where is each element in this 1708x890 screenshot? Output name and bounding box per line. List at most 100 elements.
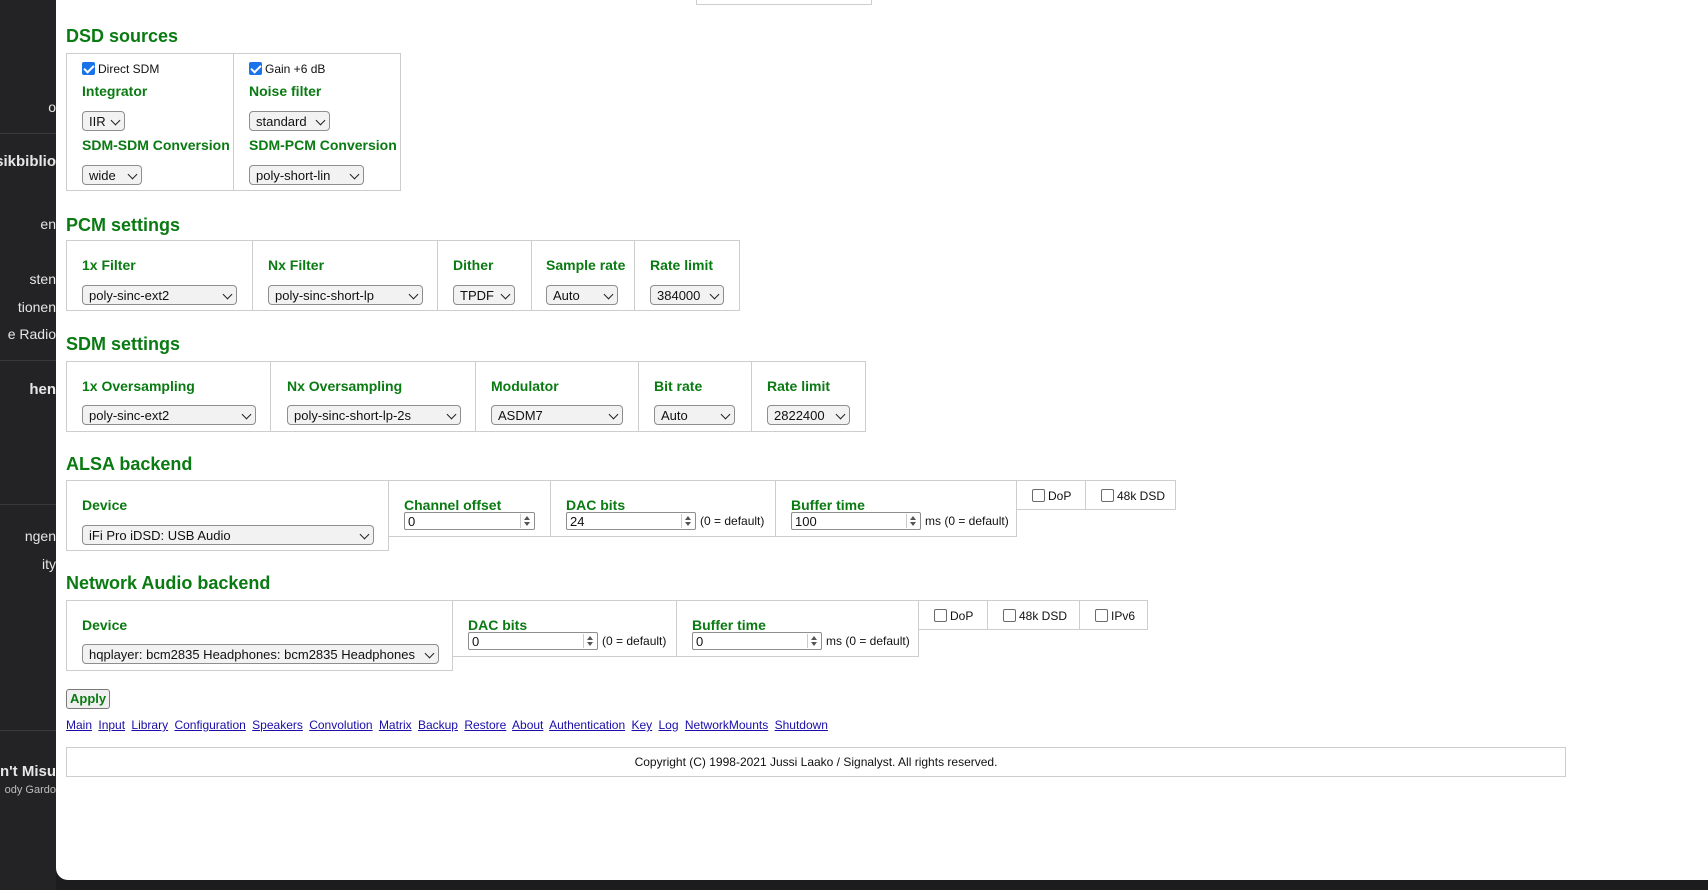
integrator-select[interactable]: IIR xyxy=(82,111,125,131)
link-convolution[interactable]: Convolution xyxy=(309,718,372,732)
alsa-channel-offset-input[interactable]: 0 xyxy=(404,512,535,530)
sidebar-item-0[interactable]: o xyxy=(48,99,56,115)
sidebar-item-8[interactable]: ity xyxy=(42,556,56,572)
link-main[interactable]: Main xyxy=(66,718,92,732)
alsa-device-cell: Device iFi Pro iDSD: USB Audio xyxy=(66,480,389,551)
pcm-1x-filter-select[interactable]: poly-sinc-ext2 xyxy=(82,285,237,305)
alsa-buffer-time-label: Buffer time xyxy=(791,497,865,513)
sdm-1x-oversampling-cell: 1x Oversampling poly-sinc-ext2 xyxy=(66,361,271,432)
sdm-bit-rate-select[interactable]: Auto xyxy=(654,405,735,425)
alsa-buffer-time-input[interactable]: 100 xyxy=(791,512,921,530)
chevron-down-icon xyxy=(500,289,511,300)
dsd-left-cell: Direct SDM Integrator IIR SDM-SDM Conver… xyxy=(66,53,234,191)
network-dop-checkbox[interactable] xyxy=(934,609,947,622)
sidebar-item-3[interactable]: sten xyxy=(30,271,56,287)
link-backup[interactable]: Backup xyxy=(418,718,458,732)
sidebar-item-6[interactable]: hen xyxy=(29,382,56,398)
noise-filter-select[interactable]: standard xyxy=(249,111,330,131)
sdm-pcm-conversion-select[interactable]: poly-short-lin xyxy=(249,165,364,185)
sdm-sdm-conversion-select[interactable]: wide xyxy=(82,165,142,185)
link-library[interactable]: Library xyxy=(131,718,168,732)
alsa-dac-bits-input[interactable]: 24 xyxy=(566,512,696,530)
now-playing-title[interactable]: n't Misu xyxy=(0,764,56,780)
stepper-icon[interactable] xyxy=(583,634,596,648)
alsa-device-select[interactable]: iFi Pro iDSD: USB Audio xyxy=(82,525,374,545)
network-buffer-time-input[interactable]: 0 xyxy=(692,632,822,650)
sidebar-item-1[interactable]: sikbiblio xyxy=(0,154,56,170)
network-dac-bits-input[interactable]: 0 xyxy=(468,632,598,650)
chevron-down-icon xyxy=(349,169,360,180)
link-networkmounts[interactable]: NetworkMounts xyxy=(685,718,768,732)
network-ipv6-checkbox[interactable] xyxy=(1095,609,1108,622)
sdm-nx-oversampling-select[interactable]: poly-sinc-short-lp-2s xyxy=(287,405,461,425)
apply-button[interactable]: Apply xyxy=(66,689,111,709)
pcm-sample-rate-select[interactable]: Auto xyxy=(546,285,618,305)
link-authentication[interactable]: Authentication xyxy=(549,718,625,732)
network-buffer-time-hint: ms (0 = default) xyxy=(826,634,910,648)
network-dop-label: DoP xyxy=(950,609,974,623)
network-device-select[interactable]: hqplayer: bcm2835 Headphones: bcm2835 He… xyxy=(82,644,439,664)
sdm-1x-oversampling-select[interactable]: poly-sinc-ext2 xyxy=(82,405,256,425)
pcm-settings-title: PCM settings xyxy=(66,215,181,235)
chevron-down-icon xyxy=(222,289,233,300)
link-speakers[interactable]: Speakers xyxy=(252,718,303,732)
alsa-channel-offset-label: Channel offset xyxy=(404,497,502,513)
pcm-1x-filter-cell: 1x Filter poly-sinc-ext2 xyxy=(66,240,253,311)
link-log[interactable]: Log xyxy=(659,718,679,732)
link-key[interactable]: Key xyxy=(631,718,652,732)
alsa-48k-dsd-checkbox[interactable] xyxy=(1101,489,1114,502)
chevron-down-icon xyxy=(408,289,419,300)
pcm-nx-filter-cell: Nx Filter poly-sinc-short-lp xyxy=(252,240,438,311)
chevron-down-icon xyxy=(608,409,619,420)
sdm-modulator-cell: Modulator ASDM7 xyxy=(475,361,639,432)
pcm-dither-select[interactable]: TPDF xyxy=(453,285,515,305)
alsa-dac-bits-label: DAC bits xyxy=(566,497,626,513)
stepper-icon[interactable] xyxy=(906,514,919,528)
stepper-icon[interactable] xyxy=(807,634,820,648)
now-playing-artist[interactable]: ody Gardo xyxy=(5,782,56,798)
sidebar-item-2[interactable]: en xyxy=(40,216,56,232)
gain-6db-label: Gain +6 dB xyxy=(265,62,326,76)
alsa-channel-offset-cell: Channel offset 0 xyxy=(388,480,551,537)
network-ipv6-label: IPv6 xyxy=(1111,609,1136,623)
sdm-bit-rate-cell: Bit rate Auto xyxy=(638,361,752,432)
sidebar-item-5[interactable]: e Radio xyxy=(8,326,56,342)
integrator-label: Integrator xyxy=(82,83,148,99)
sidebar-item-7[interactable]: ngen xyxy=(25,528,56,544)
sdm-rate-limit-select[interactable]: 2822400 xyxy=(767,405,850,425)
pcm-sample-rate-label: Sample rate xyxy=(546,257,626,273)
pcm-nx-filter-select[interactable]: poly-sinc-short-lp xyxy=(268,285,423,305)
pcm-rate-limit-cell: Rate limit 384000 xyxy=(634,240,740,311)
stepper-icon[interactable] xyxy=(681,514,694,528)
network-48k-dsd-checkbox[interactable] xyxy=(1003,609,1016,622)
network-audio-backend-title: Network Audio backend xyxy=(66,573,271,593)
chevron-down-icon xyxy=(359,529,370,540)
link-about[interactable]: About xyxy=(512,718,543,732)
sdm-settings-title: SDM settings xyxy=(66,334,181,354)
pcm-rate-limit-label: Rate limit xyxy=(650,257,714,273)
sdm-rate-limit-label: Rate limit xyxy=(767,378,831,394)
sidebar-divider xyxy=(0,504,56,505)
sdm-modulator-select[interactable]: ASDM7 xyxy=(491,405,623,425)
link-matrix[interactable]: Matrix xyxy=(379,718,412,732)
network-dac-bits-cell: DAC bits 0 (0 = default) xyxy=(452,600,677,657)
stepper-icon[interactable] xyxy=(520,514,533,528)
alsa-dop-checkbox[interactable] xyxy=(1032,489,1045,502)
direct-sdm-checkbox[interactable] xyxy=(82,62,95,75)
gain-6db-checkbox[interactable] xyxy=(249,62,262,75)
pcm-rate-limit-select[interactable]: 384000 xyxy=(650,285,724,305)
sdm-modulator-label: Modulator xyxy=(491,378,559,394)
sdm-bit-rate-label: Bit rate xyxy=(654,378,703,394)
link-shutdown[interactable]: Shutdown xyxy=(775,718,828,732)
sidebar-divider xyxy=(0,360,56,361)
alsa-dop-label: DoP xyxy=(1048,489,1072,503)
network-device-cell: Device hqplayer: bcm2835 Headphones: bcm… xyxy=(66,600,453,671)
top-input-edge xyxy=(696,0,872,5)
alsa-buffer-time-hint: ms (0 = default) xyxy=(925,514,1009,528)
alsa-dop-cell: DoP xyxy=(1016,480,1086,510)
link-configuration[interactable]: Configuration xyxy=(174,718,245,732)
copyright-footer: Copyright (C) 1998-2021 Jussi Laako / Si… xyxy=(66,747,1566,777)
sidebar-item-4[interactable]: tionen xyxy=(18,299,56,315)
link-input[interactable]: Input xyxy=(98,718,125,732)
link-restore[interactable]: Restore xyxy=(464,718,506,732)
